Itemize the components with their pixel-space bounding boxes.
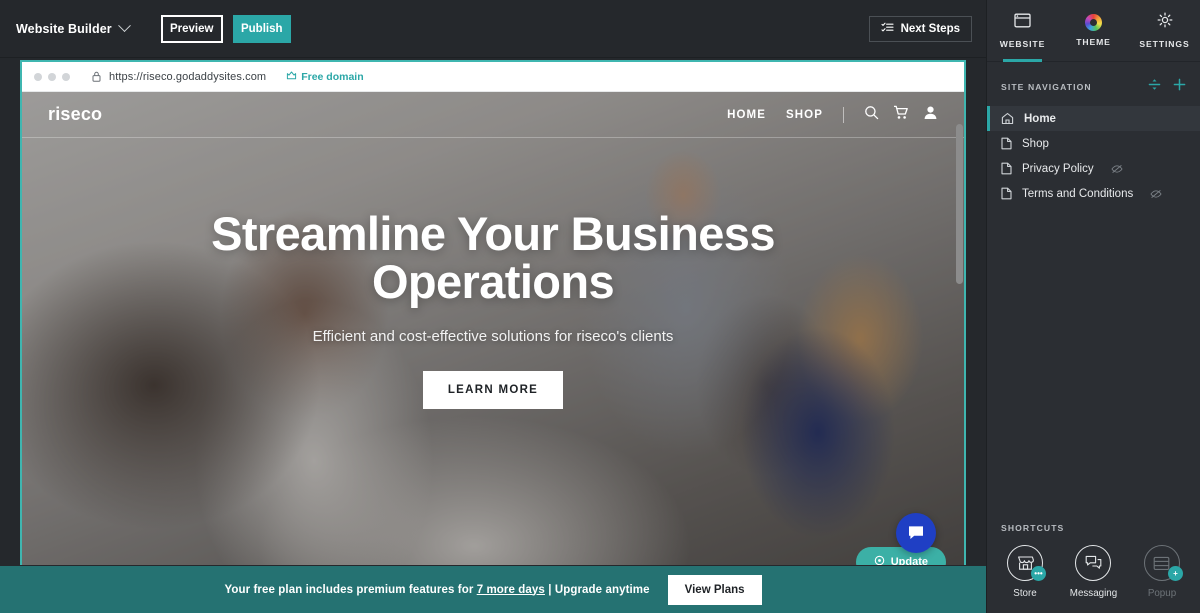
plus-icon[interactable] [1173,78,1186,96]
window-dot [62,72,70,81]
crown-icon [286,70,297,84]
website-builder-menu[interactable]: Website Builder [14,18,131,40]
url-text: https://riseco.godaddysites.com [109,70,267,83]
site-nav: HOME SHOP [727,105,938,125]
learn-more-button[interactable]: LEARN MORE [422,370,564,409]
account-icon[interactable] [923,105,938,125]
search-icon[interactable] [864,105,879,125]
theme-color-wheel-icon [1085,14,1102,31]
site-navigation-header: SITE NAVIGATION [987,62,1200,106]
hero-section: Streamline Your Business Operations Effi… [22,138,964,409]
site-navigation-actions [1148,78,1186,96]
sidebar-item-terms-and-conditions[interactable]: Terms and Conditions [987,181,1200,206]
sidebar-item-home-label: Home [1024,112,1056,125]
site-navigation-title: SITE NAVIGATION [1001,82,1092,92]
chevron-down-icon [117,19,131,33]
tab-website[interactable]: WEBSITE [987,0,1058,62]
shortcuts-list: ••• Store Messaging + Popup [1001,545,1186,599]
update-label: Update [890,556,928,565]
shortcut-popup-label: Popup [1147,588,1177,599]
promo-banner: Your free plan includes premium features… [0,566,986,613]
hidden-page-icon [1111,164,1123,174]
sidebar-item-shop-label: Shop [1022,137,1049,150]
website-builder-app: Website Builder Preview Publish Next Ste… [0,0,1200,613]
tab-settings-label: SETTINGS [1139,39,1190,49]
free-domain-label: Free domain [301,70,364,83]
page-icon [1001,187,1012,200]
update-button[interactable]: Update [855,547,946,565]
tab-theme[interactable]: THEME [1058,0,1129,62]
sidebar-item-privacy-policy[interactable]: Privacy Policy [987,156,1200,181]
promo-text: Your free plan includes premium features… [224,584,649,596]
chat-bubble-icon[interactable] [896,513,936,553]
sidebar-item-privacy-policy-label: Privacy Policy [1022,162,1094,175]
right-sidebar: WEBSITE THEME SETTINGS SITE NAVIGATION H… [986,0,1200,613]
window-dot [34,72,42,81]
hidden-page-icon [1150,189,1162,199]
popup-badge: + [1167,566,1183,581]
website-icon [1014,13,1031,33]
sidebar-item-shop[interactable]: Shop [987,131,1200,156]
sidebar-item-terms-and-conditions-label: Terms and Conditions [1022,187,1134,200]
home-icon [1001,112,1014,125]
shortcut-messaging-label: Messaging [1069,588,1118,599]
shortcut-messaging[interactable]: Messaging [1070,545,1117,599]
shortcut-popup[interactable]: + Popup [1143,545,1183,599]
main-area: Website Builder Preview Publish Next Ste… [0,0,986,613]
hero-subheading: Efficient and cost-effective solutions f… [312,327,674,345]
page-icon [1001,162,1012,175]
site-header: riseco HOME SHOP [22,92,964,138]
shortcut-store-label: Store [1013,588,1037,599]
promo-text-after: | Upgrade anytime [544,583,650,596]
preview-scrollbar[interactable] [956,124,963,284]
window-dot [48,72,56,81]
preview-button[interactable]: Preview [160,14,223,43]
window-dots [34,72,70,81]
gear-icon [1157,12,1173,33]
hero-heading: Streamline Your Business Operations [211,207,775,308]
shortcuts-title: SHORTCUTS [1001,523,1065,533]
website-builder-label: Website Builder [16,21,112,36]
nav-divider [843,106,844,123]
sidebar-item-home[interactable]: Home [987,106,1200,131]
tab-website-label: WEBSITE [999,38,1046,49]
top-toolbar: Website Builder Preview Publish Next Ste… [0,0,986,58]
shortcut-store[interactable]: ••• Store [1007,545,1046,599]
messaging-icon [1075,545,1112,581]
site-logo[interactable]: riseco [48,104,102,125]
page-icon [1001,137,1012,150]
browser-address-bar: https://riseco.godaddysites.com Free dom… [22,62,964,92]
reorder-icon[interactable] [1148,78,1161,96]
checklist-icon [881,22,894,36]
promo-text-before: Your free plan includes premium features… [224,583,477,596]
tab-theme-label: THEME [1076,37,1111,47]
store-badge: ••• [1031,566,1046,581]
cart-icon[interactable] [893,105,909,125]
lock-icon [92,71,101,82]
site-nav-item-shop[interactable]: SHOP [786,109,823,121]
view-plans-button[interactable]: View Plans [667,574,762,605]
tab-settings[interactable]: SETTINGS [1129,0,1200,62]
popup-icon: + [1143,545,1183,581]
site-nav-icons [864,105,938,125]
refresh-icon [874,555,885,565]
site-canvas[interactable]: riseco HOME SHOP Streamline Your Busines… [22,92,964,565]
publish-button[interactable]: Publish [232,14,291,43]
next-steps-label: Next Steps [900,22,960,35]
free-domain-link[interactable]: Free domain [286,70,364,84]
site-preview-frame: https://riseco.godaddysites.com Free dom… [20,60,966,565]
sidebar-tabs: WEBSITE THEME SETTINGS [987,0,1200,62]
site-navigation-list: Home Shop Privacy Policy Terms and Condi… [987,106,1200,206]
site-nav-item-home[interactable]: HOME [727,109,766,121]
store-icon: ••• [1007,545,1046,581]
shortcuts-section: SHORTCUTS ••• Store Messaging + Popup [987,523,1200,613]
promo-days-link[interactable]: 7 more days [477,584,545,596]
next-steps-button[interactable]: Next Steps [868,15,972,42]
